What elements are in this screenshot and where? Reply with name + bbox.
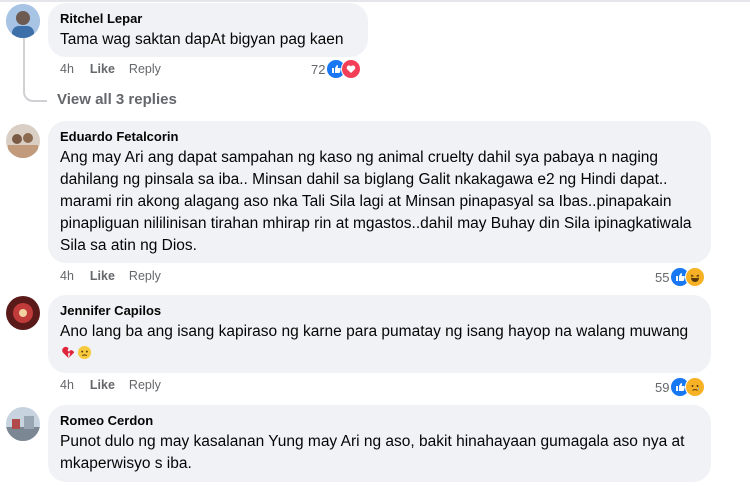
comment-actions: 4h Like Reply — [60, 269, 161, 283]
reply-button[interactable]: Reply — [129, 269, 161, 283]
comment-bubble: Romeo Cerdon Punot dulo ng may kasalanan… — [48, 405, 711, 482]
reply-button[interactable]: Reply — [129, 378, 161, 392]
top-divider — [0, 0, 750, 2]
comment-author[interactable]: Jennifer Capilos — [60, 302, 699, 319]
avatar[interactable] — [6, 124, 40, 158]
avatar-image — [6, 124, 40, 158]
avatar[interactable] — [6, 4, 40, 38]
like-button[interactable]: Like — [90, 378, 115, 392]
reaction-summary[interactable]: 55 — [655, 267, 706, 287]
avatar[interactable] — [6, 296, 40, 330]
like-button[interactable]: Like — [90, 269, 115, 283]
comment-text: Tama wag saktan dapAt bigyan pag kaen — [60, 31, 344, 48]
reaction-count: 59 — [655, 379, 670, 395]
reaction-count: 72 — [311, 61, 326, 77]
reply-thread-curve — [23, 80, 47, 102]
like-button[interactable]: Like — [90, 62, 115, 76]
comment-bubble: Eduardo Fetalcorin Ang may Ari ang dapat… — [48, 121, 711, 263]
reaction-summary[interactable]: 59 — [655, 377, 706, 397]
reply-button[interactable]: Reply — [129, 62, 161, 76]
avatar-image — [6, 407, 40, 441]
avatar-image — [6, 4, 40, 38]
comment-actions: 4h Like Reply — [60, 62, 161, 76]
view-replies-link[interactable]: View all 3 replies — [57, 91, 177, 108]
comment-bubble: Ritchel Lepar Tama wag saktan dapAt bigy… — [48, 3, 368, 57]
comment-text-body: Ano lang ba ang isang kapiraso ng karne … — [60, 323, 689, 340]
comment-text: Punot dulo ng may kasalanan Yung may Ari… — [60, 433, 689, 472]
haha-icon — [685, 267, 706, 287]
comment-author[interactable]: Ritchel Lepar — [60, 10, 356, 27]
reaction-count: 55 — [655, 269, 670, 285]
comment-text: Ano lang ba ang isang kapiraso ng karne … — [60, 321, 699, 365]
comment-time[interactable]: 4h — [60, 62, 74, 76]
comment-bubble: Jennifer Capilos Ano lang ba ang isang k… — [48, 295, 711, 373]
comment-time[interactable]: 4h — [60, 269, 74, 283]
comment-author[interactable]: Romeo Cerdon — [60, 412, 699, 429]
comment-actions: 4h Like Reply — [60, 378, 161, 392]
comment-time[interactable]: 4h — [60, 378, 74, 392]
reaction-summary[interactable]: 72 — [311, 59, 362, 79]
broken-heart-icon — [62, 346, 75, 359]
avatar[interactable] — [6, 407, 40, 441]
sad-icon — [685, 377, 706, 397]
avatar-image — [6, 296, 40, 330]
sad-face-icon — [77, 345, 92, 360]
comment-author[interactable]: Eduardo Fetalcorin — [60, 128, 699, 145]
love-icon — [341, 59, 362, 79]
comment-text: Ang may Ari ang dapat sampahan ng kaso n… — [60, 149, 696, 254]
